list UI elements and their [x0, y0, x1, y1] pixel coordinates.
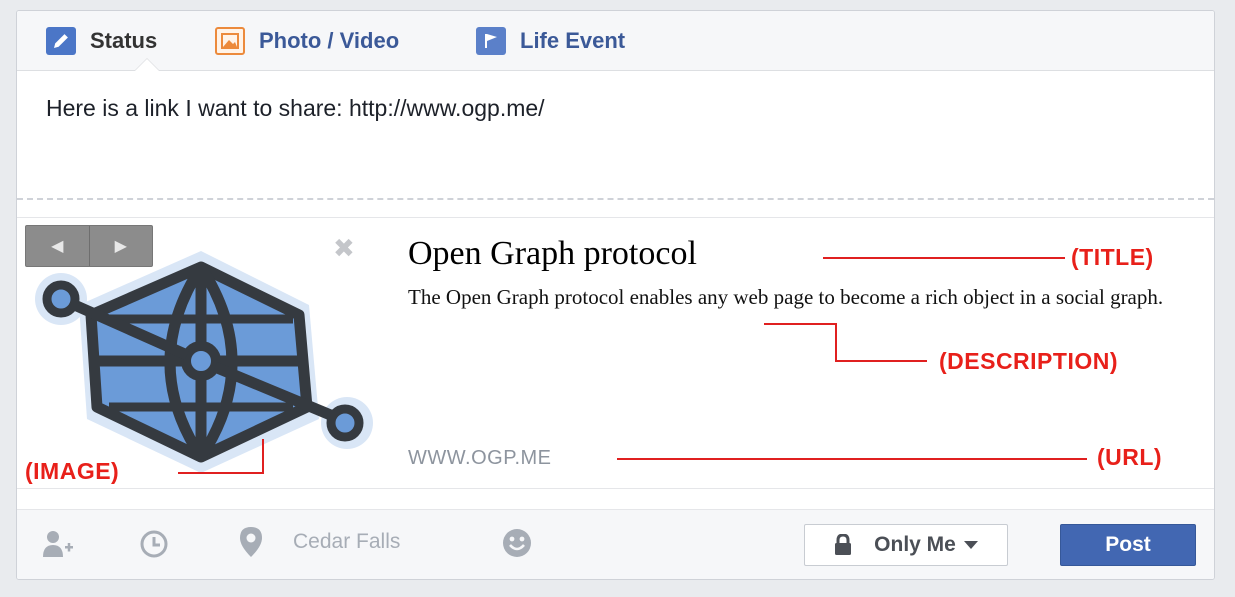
description-annotation: (DESCRIPTION): [939, 348, 1118, 374]
triangle-left-icon: ◀: [51, 238, 64, 255]
photo-icon: [215, 27, 245, 55]
tab-photo-video[interactable]: Photo / Video: [215, 27, 399, 55]
tab-caret: [135, 59, 159, 71]
lock-icon: [835, 534, 852, 555]
add-person-icon: [43, 531, 73, 557]
tab-label: Status: [90, 28, 158, 53]
composer: Status Photo / Video Life Event Here is: [16, 10, 1215, 580]
description-annotation-line-a: [764, 323, 836, 325]
divider: [17, 198, 1214, 200]
previous-image-button[interactable]: ◀: [26, 226, 89, 266]
title-annotation: (TITLE): [1071, 244, 1154, 270]
clock-icon: [140, 530, 168, 558]
location-label: Cedar Falls: [293, 530, 401, 553]
image-annotation-line-b: [178, 472, 264, 474]
preview-title[interactable]: Open Graph protocol: [408, 235, 697, 273]
close-icon: ✖: [333, 233, 355, 263]
status-message-input[interactable]: Here is a link I want to share: http://w…: [46, 95, 545, 122]
image-annotation: (IMAGE): [25, 458, 120, 484]
url-annotation-line: [617, 458, 1087, 460]
title-annotation-line: [823, 257, 1065, 259]
tag-friends-button[interactable]: [41, 529, 75, 559]
image-annotation-line-a: [262, 439, 264, 473]
composer-footer: [17, 509, 1214, 579]
tab-status[interactable]: Status: [46, 27, 157, 55]
triangle-right-icon: ▶: [114, 238, 127, 255]
url-annotation: (URL): [1097, 444, 1163, 470]
preview-url: WWW.OGP.ME: [408, 447, 552, 469]
location-button[interactable]: Cedar Falls: [237, 525, 400, 559]
privacy-label: Only Me: [874, 533, 956, 556]
pencil-icon: [46, 27, 76, 55]
privacy-selector[interactable]: Only Me: [804, 524, 1008, 566]
map-pin-icon: [240, 527, 262, 557]
tab-label: Life Event: [520, 28, 626, 53]
remove-preview-button[interactable]: ✖: [333, 235, 355, 261]
smiley-icon: [503, 529, 531, 557]
chevron-down-icon: [963, 541, 978, 549]
composer-tabs: Status Photo / Video Life Event: [17, 11, 1214, 71]
post-button[interactable]: Post: [1060, 524, 1196, 566]
preview-description: The Open Graph protocol enables any web …: [408, 285, 1164, 309]
add-time-button[interactable]: [139, 529, 169, 559]
tab-label: Photo / Video: [259, 28, 400, 53]
next-image-button[interactable]: ▶: [88, 226, 153, 266]
description-annotation-line-c: [835, 360, 927, 362]
thumbnail-pager: ◀ ▶: [25, 225, 153, 267]
open-graph-logo: [35, 251, 373, 473]
tab-life-event[interactable]: Life Event: [476, 27, 625, 55]
feeling-button[interactable]: [501, 527, 533, 559]
description-annotation-line-b: [835, 323, 837, 361]
flag-icon: [476, 27, 506, 55]
